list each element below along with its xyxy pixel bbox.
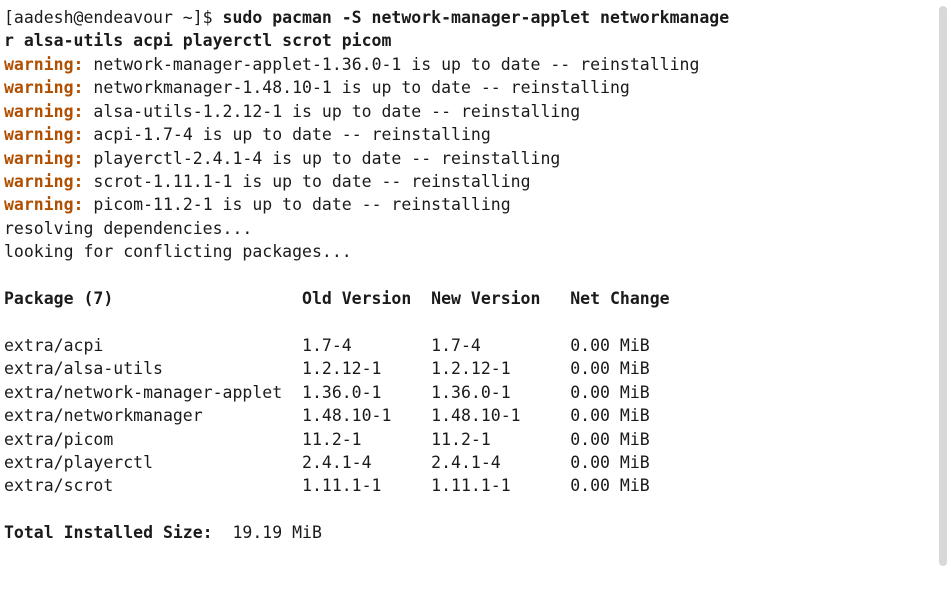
table-row-4: extra/picom 11.2-1 11.2-1 0.00 MiB (4, 430, 650, 449)
status-conflicts: looking for conflicting packages... (4, 242, 352, 261)
warning-text-1: networkmanager-1.48.10-1 is up to date -… (83, 78, 629, 97)
total-value: 19.19 MiB (213, 523, 322, 542)
command-cont: r alsa-utils acpi playerctl scrot picom (4, 31, 391, 50)
status-resolving: resolving dependencies... (4, 219, 252, 238)
warning-prefix: warning: (4, 102, 83, 121)
table-row-6: extra/scrot 1.11.1-1 1.11.1-1 0.00 MiB (4, 476, 650, 495)
warning-text-4: playerctl-2.4.1-4 is up to date -- reins… (83, 149, 560, 168)
warning-prefix: warning: (4, 78, 83, 97)
table-row-0: extra/acpi 1.7-4 1.7-4 0.00 MiB (4, 336, 650, 355)
prompt: [aadesh@endeavour ~]$ (4, 8, 223, 27)
warning-text-2: alsa-utils-1.2.12-1 is up to date -- rei… (83, 102, 580, 121)
warning-text-5: scrot-1.11.1-1 is up to date -- reinstal… (83, 172, 530, 191)
table-row-1: extra/alsa-utils 1.2.12-1 1.2.12-1 0.00 … (4, 359, 650, 378)
scrollbar[interactable] (939, 6, 947, 566)
command: sudo pacman -S network-manager-applet ne… (223, 8, 730, 27)
terminal-output[interactable]: [aadesh@endeavour ~]$ sudo pacman -S net… (4, 6, 951, 545)
warning-prefix: warning: (4, 172, 83, 191)
warning-text-6: picom-11.2-1 is up to date -- reinstalli… (83, 195, 510, 214)
total-label: Total Installed Size: (4, 523, 213, 542)
table-row-3: extra/networkmanager 1.48.10-1 1.48.10-1… (4, 406, 650, 425)
warning-text-0: network-manager-applet-1.36.0-1 is up to… (83, 55, 699, 74)
warning-prefix: warning: (4, 195, 83, 214)
table-row-2: extra/network-manager-applet 1.36.0-1 1.… (4, 383, 650, 402)
warning-prefix: warning: (4, 55, 83, 74)
table-row-5: extra/playerctl 2.4.1-4 2.4.1-4 0.00 MiB (4, 453, 650, 472)
table-header: Package (7) Old Version New Version Net … (4, 289, 670, 308)
warning-prefix: warning: (4, 149, 83, 168)
warning-prefix: warning: (4, 125, 83, 144)
warning-text-3: acpi-1.7-4 is up to date -- reinstalling (83, 125, 490, 144)
